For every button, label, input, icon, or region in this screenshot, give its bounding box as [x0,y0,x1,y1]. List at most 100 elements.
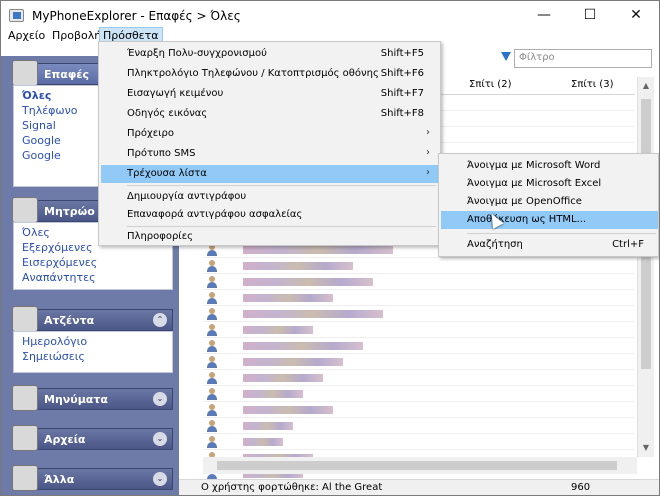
other-panel-header[interactable]: Άλλα ⌄ [12,465,173,491]
menu-item-label: Εισαγωγή κειμένου [127,88,224,99]
filter-icon[interactable] [501,52,511,61]
contact-icon [207,420,217,432]
contact-icon [207,388,217,400]
menu-item-label: Πληροφορίες [127,231,193,242]
scroll-down-icon[interactable]: ▼ [640,443,652,453]
contact-icon [207,404,217,416]
redacted-contact-name [243,438,283,446]
table-row[interactable] [203,386,635,402]
redacted-contact-name [243,358,343,366]
status-bar: Ο χρήστης φορτώθηκε: Al the Great 960 [179,479,659,495]
table-row[interactable] [203,274,635,290]
menu-item-label: Δημιουργία αντιγράφου [127,191,247,202]
scroll-up-icon[interactable]: ▲ [640,81,652,91]
window-title: MyPhoneExplorer - Επαφές > Όλες [32,9,241,23]
table-row[interactable] [203,258,635,274]
hscroll-thumb[interactable] [217,461,617,470]
menu-item-clipboard[interactable]: Πρόχειρο › [101,125,438,143]
table-row[interactable] [203,418,635,434]
menu-item-shortcut: Shift+F6 [380,68,424,79]
tools-icon [12,465,38,491]
menu-separator [467,233,656,234]
column-header-home3[interactable]: Σπίτι (3) [571,79,613,90]
menu-item-shortcut: Shift+F7 [380,88,424,99]
maximize-button[interactable]: ☐ [567,1,613,31]
submenu-item-open-excel[interactable]: Άνοιγμα με Microsoft Excel [441,175,658,193]
menu-item-keyboard-mirror[interactable]: Πληκτρολόγιο Τηλεφώνου / Κατοπτρισμός οθ… [101,65,438,83]
submenu-arrow-icon: › [426,147,430,158]
contact-icon [207,308,217,320]
close-button[interactable]: ✕ [613,1,659,31]
contact-icon [207,356,217,368]
agenda-panel-header[interactable]: Ατζέντα ⌃ [12,306,173,332]
submenu-item-search[interactable]: Αναζήτηση Ctrl+F [441,236,658,254]
menu-item-label: Πρόχειρο [127,128,175,139]
menu-item-current-list[interactable]: Τρέχουσα λίστα › [101,165,438,183]
filter-input[interactable]: Φίλτρο [514,49,652,68]
table-row[interactable] [203,354,635,370]
menu-item-label: Οδηγός εικόνας [127,108,208,119]
table-row[interactable] [203,338,635,354]
messages-panel-header[interactable]: Μηνύματα ⌄ [12,385,173,411]
contacts-panel-title: Επαφές [44,68,90,81]
other-panel-title: Άλλα [44,473,75,486]
messages-icon [12,385,38,411]
expand-icon[interactable]: ⌄ [153,392,167,406]
menu-separator [127,185,436,186]
messages-panel-title: Μηνύματα [44,393,108,406]
menu-item-label: Τρέχουσα λίστα [127,168,207,179]
expand-icon[interactable]: ⌄ [153,472,167,486]
contact-icon [207,324,217,336]
agenda-panel-title: Ατζέντα [44,314,95,327]
current-list-submenu: Άνοιγμα με Microsoft Word Άνοιγμα με Mic… [438,153,659,257]
contact-icon [207,292,217,304]
redacted-contact-name [243,326,313,334]
menu-item-text-input[interactable]: Εισαγωγή κειμένου Shift+F7 [101,85,438,103]
submenu-item-open-word[interactable]: Άνοιγμα με Microsoft Word [441,157,658,175]
redacted-contact-name [243,390,303,398]
contacts-icon [12,60,38,86]
table-row[interactable] [203,322,635,338]
menu-item-label: Άνοιγμα με OpenOffice [467,196,582,207]
menu-item-label: Αποθήκευση ως HTML... [467,214,587,225]
folder-icon [12,425,38,451]
menu-file[interactable]: Αρχείο [5,28,48,43]
column-header-home2[interactable]: Σπίτι (2) [469,79,511,90]
redacted-contact-name [243,374,323,382]
calls-incoming-link[interactable]: Εισερχόμενες [14,256,172,271]
menu-item-multisync[interactable]: Έναρξη Πολυ-συγχρονισμού Shift+F5 [101,45,438,63]
table-row[interactable] [203,306,635,322]
agenda-calendar-link[interactable]: Ημερολόγιο [14,335,172,350]
minimize-button[interactable]: — [521,1,567,31]
contact-icon [207,260,217,272]
contact-icon [207,340,217,352]
files-panel-header[interactable]: Αρχεία ⌄ [12,425,173,451]
menu-item-create-backup[interactable]: Δημιουργία αντιγράφου [101,188,438,206]
menu-item-label: Αναζήτηση [467,239,523,250]
menu-item-restore-backup[interactable]: Επαναφορά αντιγράφου ασφαλείας [101,206,438,224]
menu-item-info[interactable]: Πληροφορίες [101,228,438,246]
agenda-notes-link[interactable]: Σημειώσεις [14,350,172,365]
submenu-item-save-html[interactable]: Αποθήκευση ως HTML... [441,211,658,229]
redacted-contact-name [243,294,333,302]
table-row[interactable] [203,290,635,306]
table-row[interactable] [203,370,635,386]
redacted-contact-name [243,262,353,270]
status-count: 960 [571,482,591,493]
agenda-icon [12,306,38,332]
menu-item-shortcut: Shift+F5 [380,48,424,59]
menu-item-shortcut: Ctrl+F [612,239,644,250]
collapse-icon[interactable]: ⌃ [153,313,167,327]
vertical-scrollbar[interactable]: ▲ ▼ [637,77,654,457]
menu-view[interactable]: Προβολή [49,28,104,43]
submenu-item-open-openoffice[interactable]: Άνοιγμα με OpenOffice [441,193,658,211]
horizontal-scrollbar[interactable] [203,457,637,474]
menu-item-image-wizard[interactable]: Οδηγός εικόνας Shift+F8 [101,105,438,123]
contact-icon [207,436,217,448]
table-row[interactable] [203,434,635,450]
calls-missed-link[interactable]: Αναπάντητες [14,271,172,286]
expand-icon[interactable]: ⌄ [153,432,167,446]
table-row[interactable] [203,402,635,418]
menu-item-sms-template[interactable]: Πρότυπο SMS › [101,145,438,163]
call-log-icon [12,197,38,223]
